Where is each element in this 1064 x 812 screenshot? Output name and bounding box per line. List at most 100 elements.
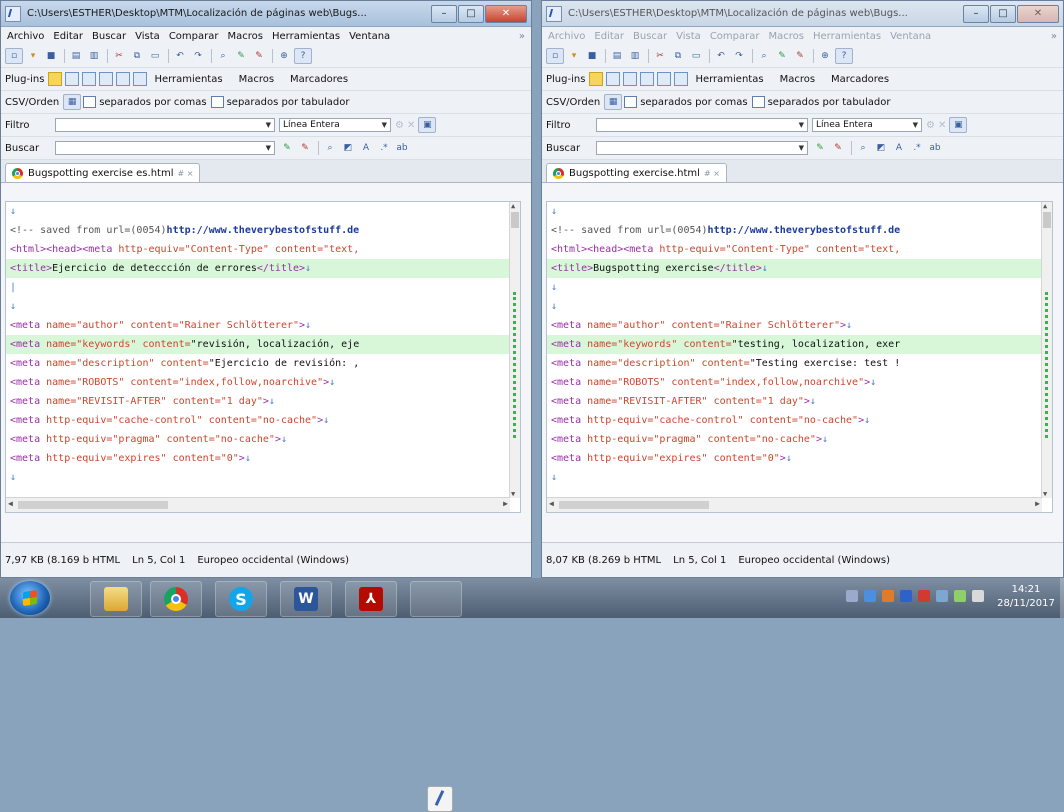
comma-separated-checkbox[interactable]	[624, 96, 638, 108]
find-next-icon[interactable]: ✎	[279, 141, 295, 155]
search-highlight-icon[interactable]: ◩	[340, 141, 356, 155]
encoding[interactable]: Europeo occidental (Windows)	[197, 555, 349, 566]
find-next-icon[interactable]: ✎	[812, 141, 828, 155]
hscroll-thumb[interactable]	[18, 501, 168, 509]
filter-clear-icon[interactable]: ✕	[938, 120, 946, 131]
taskbar-acrobat[interactable]: ⅄	[345, 581, 397, 617]
taskbar-chrome[interactable]	[150, 581, 202, 617]
minimize-button[interactable]: –	[963, 4, 989, 23]
menu-comparar[interactable]: Comparar	[710, 31, 760, 42]
menu-editar[interactable]: Editar	[594, 31, 624, 42]
code-line[interactable]: <meta http-equiv="pragma" content="no-ca…	[6, 430, 520, 449]
code-line[interactable]: <html><head><meta http-equiv="Content-Ty…	[547, 240, 1052, 259]
taskbar-editor[interactable]	[410, 581, 462, 812]
horizontal-scrollbar[interactable]: ◀ ▶	[547, 497, 1042, 512]
close-button[interactable]: ✕	[485, 4, 527, 23]
taskbar-explorer[interactable]	[90, 581, 142, 617]
keyboard-icon[interactable]	[846, 590, 858, 602]
undo-icon[interactable]: ↶	[713, 49, 729, 63]
csv-mode-icon[interactable]: ▦	[63, 94, 82, 110]
code-line[interactable]: ↓	[547, 468, 1052, 487]
title-bar[interactable]: C:\Users\ESTHER\Desktop\MTM\Localización…	[542, 1, 1063, 27]
code-line[interactable]: <meta name="ROBOTS" content="index,follo…	[547, 373, 1052, 392]
app-tray-icon[interactable]	[882, 590, 894, 602]
tab-separated-checkbox[interactable]	[751, 96, 765, 108]
redo-icon[interactable]: ↷	[731, 49, 747, 63]
paste-icon[interactable]: ▭	[147, 49, 163, 63]
tab-close-icon[interactable]: # ×	[177, 169, 193, 178]
code-line[interactable]: ↓	[6, 468, 520, 487]
search-options-icon[interactable]: ⌕	[855, 141, 871, 155]
code-line[interactable]: <meta http-equiv="expires" content="0">↓	[6, 449, 520, 468]
code-line[interactable]: <meta name="REVISIT-AFTER" content="1 da…	[547, 392, 1052, 411]
print-preview-icon[interactable]: ▥	[86, 49, 102, 63]
cut-icon[interactable]: ✂	[111, 49, 127, 63]
code-line[interactable]: <title>Ejercicio de deteccción de errore…	[6, 259, 520, 278]
menu-vista[interactable]: Vista	[135, 31, 160, 42]
csv-mode-icon[interactable]: ▦	[604, 94, 623, 110]
scroll-left-icon[interactable]: ◀	[549, 499, 554, 508]
code-line[interactable]: <title>Bugspotting exercise</title>↓	[547, 259, 1052, 278]
tab-close-icon[interactable]: # ×	[704, 169, 720, 178]
plugin-icons[interactable]	[589, 72, 691, 86]
taskbar-word[interactable]: W	[280, 581, 332, 617]
code-line[interactable]: ↓	[6, 297, 520, 316]
code-line[interactable]: <meta name="keywords" content="revisión,…	[6, 335, 520, 354]
scroll-up-icon[interactable]: ▲	[1043, 202, 1047, 210]
code-line[interactable]: <meta http-equiv="cache-control" content…	[547, 411, 1052, 430]
filter-input[interactable]: ▼	[596, 118, 808, 132]
regex-icon[interactable]: .*	[376, 141, 392, 155]
marker-icon[interactable]: ✎	[774, 49, 790, 63]
vertical-scrollbar[interactable]: ▲ ▼	[1041, 202, 1052, 498]
copy-icon[interactable]: ⧉	[129, 49, 145, 63]
comma-separated-checkbox[interactable]	[83, 96, 97, 108]
hscroll-thumb[interactable]	[559, 501, 709, 509]
code-line[interactable]: <meta http-equiv="pragma" content="no-ca…	[547, 430, 1052, 449]
help-icon[interactable]: ?	[835, 48, 853, 64]
code-line[interactable]: |	[6, 278, 520, 297]
horizontal-scrollbar[interactable]: ◀ ▶	[6, 497, 510, 512]
new-file-icon[interactable]: ▫	[5, 48, 23, 64]
help-icon[interactable]: ?	[294, 48, 312, 64]
marker-icon[interactable]: ✎	[233, 49, 249, 63]
menu-vista[interactable]: Vista	[676, 31, 701, 42]
menu-archivo[interactable]: Archivo	[548, 31, 585, 42]
new-file-icon[interactable]: ▫	[546, 48, 564, 64]
print-icon[interactable]: ▤	[68, 49, 84, 63]
word-icon[interactable]: ab	[394, 141, 410, 155]
minimize-button[interactable]: –	[431, 4, 457, 23]
menu-herramientas[interactable]: Herramientas	[813, 31, 881, 42]
menu-macros[interactable]: Macros	[228, 31, 263, 42]
filter-mode-select[interactable]: Línea Entera ▼	[812, 118, 922, 132]
print-preview-icon[interactable]: ▥	[627, 49, 643, 63]
code-line[interactable]: <!-- saved from url=(0054)http://www.the…	[547, 221, 1052, 240]
code-line[interactable]: <meta name="REVISIT-AFTER" content="1 da…	[6, 392, 520, 411]
tab-document[interactable]: Bugspotting exercise.html # ×	[546, 163, 727, 182]
scroll-left-icon[interactable]: ◀	[8, 499, 13, 508]
flag-icon[interactable]	[936, 590, 948, 602]
find-prev-icon[interactable]: ✎	[297, 141, 313, 155]
menu-buscar[interactable]: Buscar	[92, 31, 126, 42]
scroll-thumb[interactable]	[511, 212, 519, 228]
filter-options-icon[interactable]: ⚙	[926, 120, 935, 131]
undo-icon[interactable]: ↶	[172, 49, 188, 63]
menu-ventana[interactable]: Ventana	[349, 31, 390, 42]
code-line[interactable]: <meta http-equiv="cache-control" content…	[6, 411, 520, 430]
zoom-icon[interactable]: ⊕	[276, 49, 292, 63]
app-tray-icon[interactable]	[900, 590, 912, 602]
filter-clear-icon[interactable]: ✕	[407, 120, 415, 131]
print-icon[interactable]: ▤	[609, 49, 625, 63]
code-editor[interactable]: ↓ <!-- saved from url=(0054)http://www.th…	[546, 201, 1053, 513]
code-line[interactable]: <meta http-equiv="expires" content="0">↓	[547, 449, 1052, 468]
save-icon[interactable]: ■	[43, 49, 59, 63]
marcadores-dropdown[interactable]: Marcadores	[286, 73, 352, 86]
scroll-right-icon[interactable]: ▶	[503, 499, 508, 508]
paste-icon[interactable]: ▭	[688, 49, 704, 63]
match-case-icon[interactable]: A	[358, 141, 374, 155]
code-line[interactable]: ↓	[547, 297, 1052, 316]
network-icon[interactable]	[864, 590, 876, 602]
tab-document[interactable]: Bugspotting exercise es.html # ×	[5, 163, 201, 182]
code-line[interactable]: <!-- saved from url=(0054)http://www.the…	[6, 221, 520, 240]
marcadores-dropdown[interactable]: Marcadores	[827, 73, 893, 86]
code-line[interactable]: <meta name="ROBOTS" content="index,follo…	[6, 373, 520, 392]
